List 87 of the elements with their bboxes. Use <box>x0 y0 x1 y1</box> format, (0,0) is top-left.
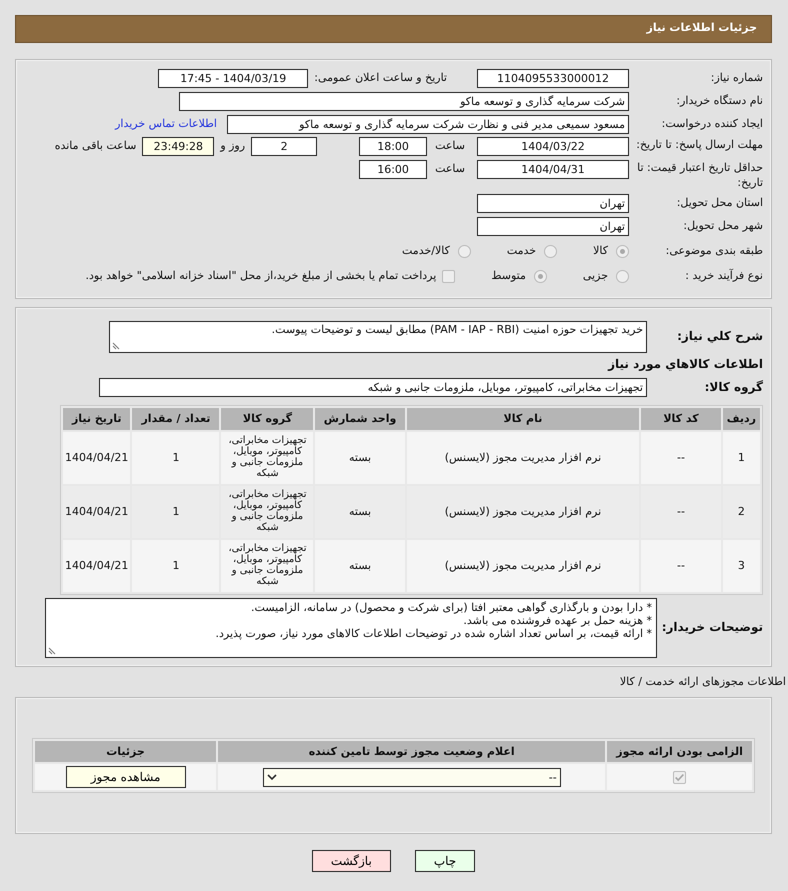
time-field: 16:00 <box>359 160 428 179</box>
need-number-field: 1104095533000012 <box>477 68 629 88</box>
section-title: اطلاعات كالاهاي مورد نياز <box>606 357 763 372</box>
required-checkbox[interactable] <box>673 770 686 784</box>
column-header: واحد شمارش <box>314 407 406 431</box>
days-field: 2 <box>251 137 318 156</box>
radio-label: کالا/خدمت <box>402 244 450 258</box>
table-cell: -- <box>677 450 685 465</box>
buyer-notes-field[interactable]: * دارا بودن و بارگذاری گواهی معتبر افتا (برای شرکت و محصول) در سامانه، الزامیست. * هزینه حمل بر عهده فروشنده می باشد. * ارائه قیمت، بر اساس تعداد اشاره شده در توضیحات اطلاعات کالاهای مورد نیاز، صورت پذیرد. <box>45 598 657 658</box>
table-cell: 1404/04/21 <box>65 450 128 465</box>
table-cell: نرم افزار مدیریت مجوز (لایسنس) <box>444 504 602 519</box>
location-field: تهران <box>477 216 629 236</box>
section-title: اطلاعات مجوزهای ارائه خدمت / کالا <box>618 674 786 688</box>
page-header: جزئیات اطلاعات نیاز <box>15 15 772 43</box>
field-label: ساعت <box>435 162 465 176</box>
description-field[interactable]: خرید تجهیزات حوزه امنیت (PAM - IAP - RBI) مطابق لیست و توضیحات پیوست. <box>109 321 647 353</box>
field-label: روز و <box>220 139 246 153</box>
view-license-button[interactable]: مشاهده مجوز <box>66 766 186 788</box>
radio-button[interactable] <box>616 270 629 282</box>
table-cell-text: تجهیزات مخابراتی، کامپیوتر، موبایل، ملزومات جانبی و شبکه <box>227 543 308 588</box>
table-cell-text: تجهیزات مخابراتی، کامپیوتر، موبایل، ملزومات جانبی و شبکه <box>227 489 308 534</box>
table-cell: 1 <box>172 504 180 519</box>
date-field: 1404/03/22 <box>477 137 629 156</box>
requester-field: مسعود سمیعی مدیر فنی و نظارت شرکت سرمایه گذاری و توسعه ماکو <box>227 114 629 134</box>
field-label: توضیحات خریدار: <box>663 620 763 636</box>
column-header: تعداد / مقدار <box>131 407 220 431</box>
radio-label: جزیی <box>582 269 608 283</box>
location-field: تهران <box>477 194 629 212</box>
back-button[interactable]: بازگشت <box>312 850 391 872</box>
table-cell: 1 <box>738 450 745 465</box>
table-cell: نرم افزار مدیریت مجوز (لایسنس) <box>444 558 602 573</box>
column-header: کد کالا <box>640 407 722 431</box>
radio-button[interactable] <box>458 244 471 258</box>
contact-link[interactable]: اطلاعات تماس خریدار <box>115 117 217 131</box>
table-cell: 3 <box>738 558 745 573</box>
announce-date-field: 1404/03/19 - 17:45 <box>158 68 308 88</box>
field-label: ایجاد کننده درخواست: <box>660 117 763 131</box>
chevron-down-icon <box>266 774 277 781</box>
table-cell: 1 <box>172 558 180 573</box>
field-label: ساعت <box>435 139 465 153</box>
time-field: 18:00 <box>359 137 428 156</box>
column-header: نام کالا <box>406 407 640 431</box>
column-header: تاریخ نیاز <box>62 407 132 431</box>
resize-grip-icon[interactable] <box>112 342 120 350</box>
field-label: نام دستگاه خریدار: <box>675 94 763 108</box>
field-label: نوع فرآیند خرید : <box>684 269 763 283</box>
table-cell: بسته <box>349 558 372 573</box>
radio-button[interactable] <box>616 244 629 258</box>
print-button[interactable]: چاپ <box>414 850 476 872</box>
field-label: گروه کالا: <box>704 380 763 394</box>
field-label: استان محل تحویل: <box>676 196 763 210</box>
resize-grip-icon[interactable] <box>48 646 56 655</box>
remaining-time-field: 23:49:28 <box>142 137 214 156</box>
field-label: شرح كلي نياز: <box>676 329 763 344</box>
table-cell: 1404/04/21 <box>65 504 128 519</box>
column-header: اعلام وضعیت مجوز توسط تامین کننده <box>217 740 606 764</box>
radio-label: متوسط <box>491 269 526 283</box>
column-header: الزامی بودن ارائه مجوز <box>606 740 753 764</box>
field-label: شماره نیاز: <box>710 71 763 85</box>
field-label: تاریخ و ساعت اعلان عمومی: <box>314 71 447 85</box>
column-header: گروه کالا <box>220 407 314 431</box>
table-cell: بسته <box>349 450 372 465</box>
field-label: شهر محل تحویل: <box>682 219 763 233</box>
table-cell: نرم افزار مدیریت مجوز (لایسنس) <box>444 450 602 465</box>
buyer-org-field: شرکت سرمایه گذاری و توسعه ماکو <box>179 92 629 110</box>
table-cell: 1404/04/21 <box>65 558 128 573</box>
field-label: حداقل تاریخ اعتبار قیمت: تا تاریخ: <box>636 160 763 190</box>
column-header: ردیف <box>722 407 761 431</box>
radio-label: کالا <box>593 244 608 258</box>
checkbox[interactable] <box>442 270 456 282</box>
checkbox-label: پرداخت تمام یا بخشی از مبلغ خرید،از محل "اسناد خزانه اسلامی" خواهد بود. <box>86 269 436 283</box>
date-field: 1404/04/31 <box>477 160 629 179</box>
radio-button[interactable] <box>534 270 547 282</box>
field-label: ساعت باقی مانده <box>54 139 136 153</box>
table-cell: 1 <box>172 450 180 465</box>
table-cell: -- <box>677 504 685 519</box>
field-label: طبقه بندی موضوعی: <box>664 244 763 258</box>
column-header: جزئیات <box>34 740 218 764</box>
table-cell: بسته <box>349 504 372 519</box>
radio-button[interactable] <box>544 244 558 258</box>
table-cell: -- <box>677 558 685 573</box>
table-cell-text: تجهیزات مخابراتی، کامپیوتر، موبایل، ملزومات جانبی و شبکه <box>227 435 308 480</box>
radio-label: خدمت <box>506 244 536 258</box>
goods-group-field: تجهیزات مخابراتی، کامپیوتر، موبایل، ملزومات جانبی و شبکه <box>99 378 647 396</box>
field-label: مهلت ارسال پاسخ: تا تاریخ: <box>635 137 763 152</box>
table-cell: 2 <box>738 504 745 519</box>
status-dropdown[interactable]: -- <box>262 768 561 787</box>
